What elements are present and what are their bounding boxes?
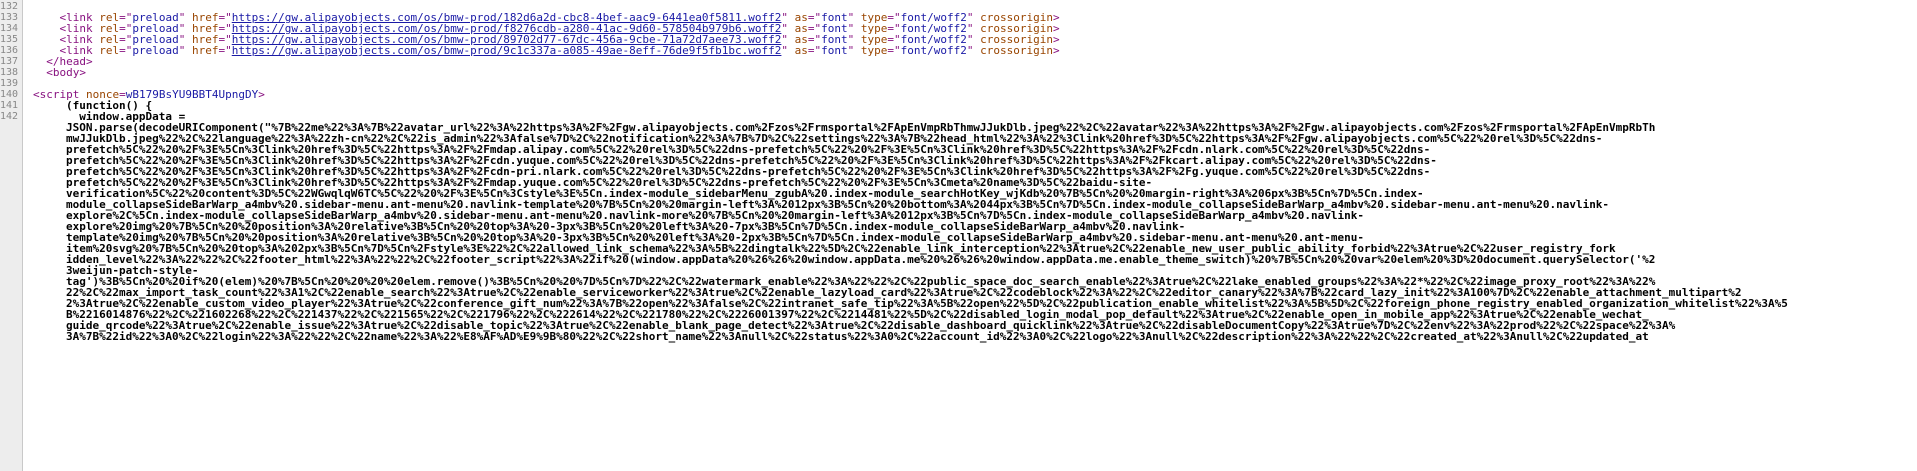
line-number [0,243,23,254]
code-token: idden_level%22%3A%22%22%2C%22footer_html… [66,253,1656,266]
source-line: 3A%7B%22id%22%3A0%2C%22login%22%3A%22%22… [0,331,1917,342]
line-number [0,265,23,276]
line-number: 134 [0,23,23,34]
line-number [0,276,23,287]
line-number: 140 [0,89,23,100]
line-number [0,188,23,199]
line-number [0,133,23,144]
line-number [0,122,23,133]
line-number: 139 [0,78,23,89]
source-line: 140 <script nonce=wB179BsYU9BBT4UpngDY> [0,89,1917,100]
source-line: 138 <body> [0,67,1917,78]
line-number [0,177,23,188]
line-number [0,298,23,309]
line-number: 138 [0,67,23,78]
line-number: 136 [0,45,23,56]
line-number [0,331,23,342]
line-number: 137 [0,56,23,67]
line-number: 141 [0,100,23,111]
line-number: 135 [0,34,23,45]
line-number [0,155,23,166]
source-lines: 132 133 <link rel="preload" href="https:/… [0,0,1917,342]
source-line: 141 (function() { [0,100,1917,111]
line-number [0,199,23,210]
line-number [0,221,23,232]
line-number [0,254,23,265]
line-number: 132 [0,1,23,12]
line-number [0,232,23,243]
line-number [0,210,23,221]
source-line: 137 </head> [0,56,1917,67]
line-code: <body> [33,67,86,78]
source-line: 139 [0,78,1917,89]
view-source-editor[interactable]: 132 133 <link rel="preload" href="https:/… [0,0,1917,471]
line-number [0,144,23,155]
source-line: idden_level%22%3A%22%22%2C%22footer_html… [0,254,1917,265]
line-number [0,166,23,177]
code-token: 3A%7B%22id%22%3A0%2C%22login%22%3A%22%22… [66,330,1649,343]
source-line: 136 <link rel="preload" href="https://gw… [0,45,1917,56]
line-number: 133 [0,12,23,23]
line-number [0,309,23,320]
line-number [0,320,23,331]
line-code: <link rel="preload" href="https://gw.ali… [33,45,1060,56]
line-number: 142 [0,111,23,122]
line-number [0,287,23,298]
